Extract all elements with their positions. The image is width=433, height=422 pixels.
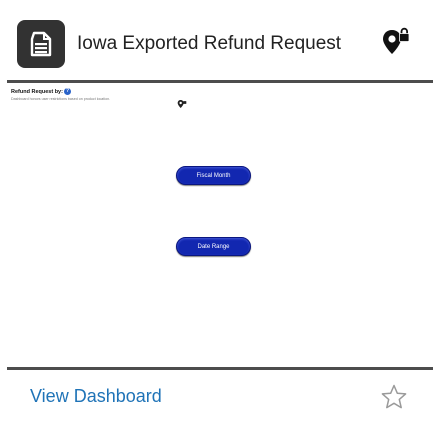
dashboard-title: Iowa Exported Refund Request: [77, 33, 342, 54]
location-lock-icon: [177, 96, 187, 114]
restriction-note: Dashboard honors user restrictions based…: [11, 97, 111, 101]
dashboard-preview[interactable]: Refund Request by: ? Dashboard honors us…: [7, 83, 433, 367]
view-dashboard-link[interactable]: View Dashboard: [30, 386, 162, 407]
document-icon: [17, 20, 65, 68]
location-lock-icon: [381, 27, 411, 62]
fiscal-month-button: Fiscal Month: [176, 166, 251, 185]
refund-request-label: Refund Request by:: [11, 89, 63, 95]
star-outline-icon[interactable]: [380, 383, 408, 416]
card-header: Iowa Exported Refund Request: [0, 0, 433, 80]
dashboard-card: Iowa Exported Refund Request Refund Requ…: [0, 0, 433, 422]
question-icon: ?: [64, 88, 71, 95]
card-footer: View Dashboard: [0, 370, 433, 422]
date-range-button: Date Range: [176, 237, 251, 256]
